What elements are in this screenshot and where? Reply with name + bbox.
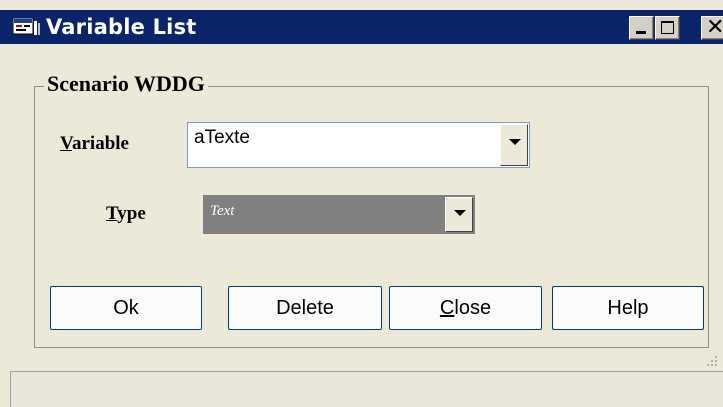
close-button-label: Close [440, 297, 491, 320]
close-icon: ✕ [706, 15, 723, 40]
variable-value: aTexte [194, 127, 250, 148]
variable-dropdown[interactable]: aTexte [187, 122, 530, 168]
window-title: Variable List [46, 15, 197, 39]
minimize-button[interactable] [629, 16, 654, 40]
chevron-down-icon [454, 210, 466, 216]
type-value: Text [210, 203, 235, 219]
delete-button[interactable]: Delete [228, 286, 382, 330]
chevron-down-icon [509, 139, 521, 145]
delete-button-label: Delete [276, 296, 334, 319]
minimize-icon [636, 31, 646, 34]
help-button[interactable]: Help [552, 286, 704, 330]
variable-label: Variable [60, 133, 129, 155]
status-bar [10, 371, 723, 407]
type-label: Type [106, 203, 146, 225]
maximize-button[interactable] [655, 16, 680, 40]
type-dropdown-button[interactable] [445, 197, 473, 232]
ok-button-label: Ok [113, 296, 139, 319]
close-button-text: lose [454, 296, 492, 319]
close-button[interactable]: Close [389, 286, 542, 330]
maximize-icon [661, 21, 674, 34]
app-window-icon [13, 18, 40, 35]
variable-list-window: Variable List ✕ Scenario WDDG Variable a… [0, 0, 723, 407]
type-label-mnemonic: T [106, 203, 118, 224]
ok-button[interactable]: Ok [50, 286, 202, 330]
title-bar[interactable]: Variable List ✕ [0, 10, 723, 44]
variable-label-text: ariable [71, 133, 129, 154]
variable-label-mnemonic: V [60, 133, 72, 154]
group-title: Scenario WDDG [44, 71, 208, 97]
close-window-button[interactable]: ✕ [701, 16, 723, 40]
variable-dropdown-button[interactable] [500, 124, 528, 166]
close-button-mnemonic: C [439, 296, 455, 319]
type-dropdown[interactable]: Text [203, 195, 475, 234]
type-label-text: ype [117, 203, 146, 224]
resize-grip-icon[interactable] [703, 352, 719, 368]
help-button-label: Help [607, 296, 649, 319]
